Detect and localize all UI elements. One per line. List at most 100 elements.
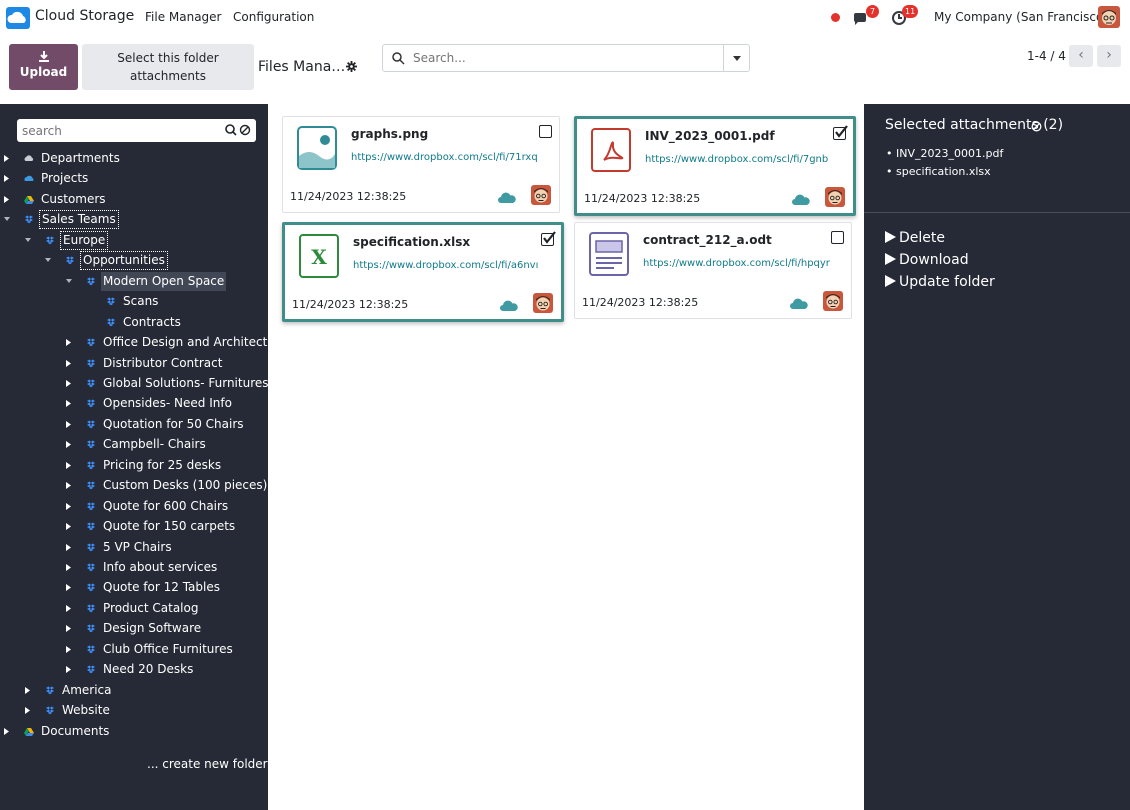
tree-item[interactable]: Office Design and Architecture <box>0 333 268 352</box>
tree-item[interactable]: Distributor Contract <box>0 354 268 373</box>
tree-item[interactable]: Club Office Furnitures <box>0 640 268 659</box>
file-name[interactable]: contract_212_a.odt <box>643 233 772 247</box>
tree-item[interactable]: Global Solutions- Furnitures <box>0 374 268 393</box>
caret-right-icon[interactable] <box>66 578 74 597</box>
file-name[interactable]: specification.xlsx <box>353 235 470 249</box>
delete-action[interactable]: Delete <box>885 230 945 246</box>
tree-item[interactable]: Sales Teams <box>0 210 268 230</box>
user-avatar[interactable] <box>1098 6 1120 28</box>
tree-item[interactable]: Quote for 600 Chairs <box>0 497 268 516</box>
tree-item[interactable]: Europe <box>0 230 268 250</box>
tree-item[interactable]: Campbell- Chairs <box>0 435 268 454</box>
select-checkbox[interactable] <box>833 125 848 140</box>
attachment-card[interactable]: INV_2023_0001.pdf https://www.dropbox.com… <box>574 116 856 216</box>
tree-item[interactable]: America <box>0 681 268 700</box>
attachment-card[interactable]: contract_212_a.odt https://www.dropbox.co… <box>574 222 852 319</box>
tree-item[interactable]: Departments <box>0 149 268 168</box>
upload-button[interactable]: Upload <box>9 44 78 90</box>
gear-icon[interactable] <box>346 61 357 72</box>
selected-item-name: INV_2023_0001.pdf <box>896 147 1004 160</box>
update-folder-action[interactable]: Update folder <box>885 274 995 290</box>
tree-item[interactable]: Info about services <box>0 558 268 577</box>
caret-right-icon[interactable] <box>66 497 74 516</box>
tree-item[interactable]: Custom Desks (100 pieces) <box>0 476 268 495</box>
select-checkbox[interactable] <box>541 231 556 246</box>
cloud-storage-logo-icon[interactable] <box>6 7 30 29</box>
tree-item[interactable]: Design Software <box>0 619 268 638</box>
caret-right-icon[interactable] <box>66 456 74 475</box>
tree-item[interactable]: Documents <box>0 722 268 741</box>
caret-right-icon[interactable] <box>66 374 74 393</box>
caret-right-icon[interactable] <box>25 701 33 720</box>
caret-right-icon[interactable] <box>66 619 74 638</box>
tree-item[interactable]: Quotation for 50 Chairs <box>0 415 268 434</box>
menu-configuration[interactable]: Configuration <box>233 10 314 24</box>
tree-item[interactable]: Contracts <box>0 313 268 332</box>
tree-item[interactable]: Opensides- Need Info <box>0 394 268 413</box>
caret-right-icon[interactable] <box>4 149 12 168</box>
folder-search-box <box>17 119 256 142</box>
company-switcher[interactable]: My Company (San Francisco) <box>934 10 1108 24</box>
tree-item[interactable]: Need 20 Desks <box>0 660 268 679</box>
tree-item-label: Opensides- Need Info <box>103 396 232 411</box>
caret-right-icon[interactable] <box>66 415 74 434</box>
caret-right-icon[interactable] <box>4 169 12 188</box>
file-url-link[interactable]: https://www.dropbox.com/scl/fi/hpqyr <box>643 258 845 269</box>
caret-right-icon[interactable] <box>66 333 74 352</box>
file-url-link[interactable]: https://www.dropbox.com/scl/fi/a6nvı <box>353 260 555 271</box>
search-icon[interactable] <box>225 124 237 136</box>
dropbox-icon <box>87 277 95 285</box>
select-checkbox[interactable] <box>831 231 844 244</box>
tree-item[interactable]: 5 VP Chairs <box>0 538 268 557</box>
file-date: 11/24/2023 12:38:25 <box>584 192 701 205</box>
caret-down-icon[interactable] <box>45 251 53 270</box>
file-url-link[interactable]: https://www.dropbox.com/scl/fi/71rxq <box>351 152 553 163</box>
folder-search-input[interactable] <box>20 122 220 139</box>
tree-item[interactable]: Quote for 12 Tables <box>0 578 268 597</box>
tree-item[interactable]: Product Catalog <box>0 599 268 618</box>
select-checkbox[interactable] <box>539 125 552 138</box>
clear-search-icon[interactable] <box>239 124 251 136</box>
caret-right-icon[interactable] <box>66 640 74 659</box>
attachment-card[interactable]: Xspecification.xlsx https://www.dropbox.c… <box>282 222 564 322</box>
clear-selection-icon[interactable] <box>1031 121 1042 132</box>
tree-item[interactable]: Projects <box>0 169 268 188</box>
caret-right-icon[interactable] <box>66 660 74 679</box>
menu-file-manager[interactable]: File Manager <box>145 10 222 24</box>
select-folder-attachments-button[interactable]: Select this folder attachments <box>82 44 254 90</box>
caret-right-icon[interactable] <box>4 722 12 741</box>
caret-right-icon[interactable] <box>66 538 74 557</box>
presence-status-dot[interactable] <box>831 13 840 22</box>
create-new-folder-link[interactable]: ... create new folder <box>147 757 268 771</box>
file-name[interactable]: graphs.png <box>351 127 428 141</box>
caret-right-icon[interactable] <box>66 517 74 536</box>
tree-item[interactable]: Website <box>0 701 268 720</box>
caret-right-icon[interactable] <box>66 435 74 454</box>
caret-right-icon[interactable] <box>66 558 74 577</box>
search-options-toggle[interactable] <box>723 45 749 71</box>
pager-previous-button[interactable]: ‹ <box>1069 45 1093 67</box>
caret-right-icon[interactable] <box>66 476 74 495</box>
tree-item[interactable]: Modern Open Space <box>0 271 268 291</box>
tree-item[interactable]: Quote for 150 carpets <box>0 517 268 536</box>
pager-value[interactable]: 1-4 / 4 <box>1027 49 1066 63</box>
caret-right-icon[interactable] <box>25 681 33 700</box>
app-title[interactable]: Cloud Storage <box>35 8 134 24</box>
tree-item[interactable]: Customers <box>0 190 268 209</box>
file-name[interactable]: INV_2023_0001.pdf <box>645 129 775 143</box>
pager-next-button[interactable]: › <box>1097 45 1121 67</box>
download-action[interactable]: Download <box>885 252 969 268</box>
caret-down-icon[interactable] <box>66 272 74 291</box>
caret-down-icon[interactable] <box>25 231 33 250</box>
tree-item[interactable]: Pricing for 25 desks <box>0 456 268 475</box>
caret-right-icon[interactable] <box>66 394 74 413</box>
caret-right-icon[interactable] <box>66 354 74 373</box>
caret-right-icon[interactable] <box>66 599 74 618</box>
caret-right-icon[interactable] <box>4 190 12 209</box>
tree-item[interactable]: Opportunities <box>0 251 268 271</box>
file-url-link[interactable]: https://www.dropbox.com/scl/fi/7gnb <box>645 154 847 165</box>
caret-down-icon[interactable] <box>4 210 12 229</box>
search-input[interactable] <box>411 48 711 68</box>
attachment-card[interactable]: graphs.png https://www.dropbox.com/scl/fi… <box>282 116 560 213</box>
tree-item[interactable]: Scans <box>0 292 268 311</box>
